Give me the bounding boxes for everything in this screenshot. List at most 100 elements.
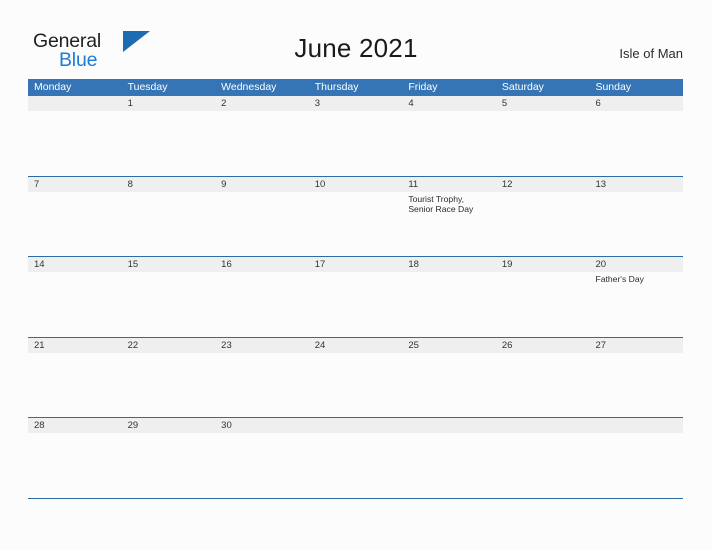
calendar-day-cell[interactable]: 22 bbox=[122, 338, 216, 418]
day-number: 11 bbox=[408, 178, 419, 190]
day-number: 25 bbox=[408, 339, 419, 351]
calendar-day-cell[interactable]: 29 bbox=[122, 418, 216, 498]
calendar-day-cell[interactable]: 25 bbox=[402, 338, 496, 418]
calendar-day-cell[interactable]: 18 bbox=[402, 257, 496, 337]
calendar-bottom-rule bbox=[28, 497, 683, 499]
day-number: 28 bbox=[34, 420, 45, 431]
calendar-day-cell[interactable]: 30 bbox=[215, 418, 309, 498]
day-number: 23 bbox=[221, 339, 232, 351]
calendar-day-cell-empty[interactable] bbox=[28, 96, 122, 176]
calendar-day-cell[interactable]: 11 Tourist Trophy, Senior Race Day bbox=[402, 177, 496, 257]
calendar-day-cell[interactable]: 8 bbox=[122, 177, 216, 257]
calendar-day-cell[interactable]: 21 bbox=[28, 338, 122, 418]
location-label: Isle of Man bbox=[619, 46, 683, 61]
calendar-page: General Blue June 2021 Isle of Man Monda… bbox=[0, 0, 712, 550]
calendar-day-cell[interactable]: 27 bbox=[589, 338, 683, 418]
day-number: 30 bbox=[221, 420, 232, 431]
day-of-week-wednesday: Wednesday bbox=[221, 81, 277, 93]
event-text: Senior Race Day bbox=[408, 204, 474, 215]
calendar-day-cell[interactable]: 17 bbox=[309, 257, 403, 337]
calendar-week-row: 21 22 23 24 25 26 27 bbox=[28, 336, 683, 418]
day-number: 2 bbox=[221, 98, 227, 109]
day-number: 14 bbox=[34, 259, 45, 270]
day-number: 29 bbox=[127, 420, 139, 431]
calendar-week-row: 28 29 30 bbox=[28, 417, 683, 498]
day-number: 21 bbox=[34, 339, 45, 351]
calendar-day-cell[interactable]: 28 bbox=[28, 418, 122, 498]
calendar-day-cell[interactable]: 12 bbox=[496, 177, 590, 257]
day-of-week-thursday: Thursday bbox=[314, 81, 359, 93]
day-number: 13 bbox=[595, 178, 607, 190]
day-number: 22 bbox=[127, 339, 139, 351]
day-events: Tourist Trophy, Senior Race Day bbox=[408, 192, 496, 216]
day-number: 8 bbox=[127, 178, 133, 190]
calendar-day-cell[interactable]: 10 bbox=[309, 177, 403, 257]
day-number: 18 bbox=[408, 259, 419, 270]
calendar-day-cell-empty[interactable] bbox=[309, 418, 403, 498]
day-of-week-saturday: Saturday bbox=[501, 81, 544, 93]
week-cells: 1 2 3 4 5 6 bbox=[28, 96, 683, 176]
day-number bbox=[502, 418, 590, 433]
day-events: Father's Day bbox=[595, 272, 683, 285]
calendar-day-cell[interactable]: 20 Father's Day bbox=[589, 257, 683, 337]
event-text: Tourist Trophy, bbox=[408, 193, 465, 204]
calendar-day-cell[interactable]: 14 bbox=[28, 257, 122, 337]
day-of-week-friday: Friday bbox=[408, 81, 438, 93]
day-number bbox=[315, 418, 403, 433]
calendar-weeks: 1 2 3 4 5 6 7 8 9 10 11 Tourist Trophy, Senior Race … bbox=[28, 96, 683, 498]
week-cells: 7 8 9 10 11 Tourist Trophy, Senior Race Day 12 1… bbox=[28, 176, 683, 257]
week-cells: 28 29 30 bbox=[28, 418, 683, 498]
day-number: 10 bbox=[314, 178, 326, 190]
day-number: 5 bbox=[501, 98, 508, 109]
calendar-grid: Monday Tuesday Wednesday Thursday Friday Satu… bbox=[28, 79, 683, 499]
day-number: 12 bbox=[501, 178, 513, 190]
page-title: June 2021 bbox=[294, 33, 418, 63]
day-number: 4 bbox=[408, 98, 414, 109]
calendar-week-row: 14 15 16 17 18 19 20 Father's Day bbox=[28, 256, 683, 337]
day-number: 3 bbox=[314, 98, 321, 109]
calendar-day-cell-empty[interactable] bbox=[496, 418, 590, 498]
day-number: 26 bbox=[501, 339, 513, 351]
day-number bbox=[595, 418, 683, 433]
calendar-day-cell[interactable]: 23 bbox=[215, 338, 309, 418]
calendar-day-cell[interactable]: 19 bbox=[496, 257, 590, 337]
calendar-day-cell[interactable]: 2 bbox=[215, 96, 309, 176]
day-number: 9 bbox=[221, 178, 227, 190]
calendar-day-cell[interactable]: 6 bbox=[589, 96, 683, 176]
day-of-week-header: Monday Tuesday Wednesday Thursday Friday Satu… bbox=[28, 79, 683, 96]
day-number: 27 bbox=[595, 339, 607, 351]
calendar-day-cell[interactable]: 1 bbox=[122, 96, 216, 176]
calendar-day-cell[interactable]: 5 bbox=[496, 96, 590, 176]
day-number: 6 bbox=[595, 98, 601, 109]
calendar-day-cell[interactable]: 7 bbox=[28, 177, 122, 257]
day-number bbox=[408, 418, 496, 433]
day-number: 19 bbox=[501, 259, 513, 270]
day-of-week-monday: Monday bbox=[34, 81, 72, 93]
day-number: 16 bbox=[221, 259, 232, 270]
calendar-day-cell[interactable]: 9 bbox=[215, 177, 309, 257]
calendar-day-cell[interactable]: 16 bbox=[215, 257, 309, 337]
calendar-week-row: 7 8 9 10 11 Tourist Trophy, Senior Race Day 12 1… bbox=[28, 175, 683, 257]
day-number: 15 bbox=[127, 259, 139, 270]
calendar-day-cell[interactable]: 26 bbox=[496, 338, 590, 418]
calendar-day-cell[interactable]: 15 bbox=[122, 257, 216, 337]
event-text: Father's Day bbox=[595, 274, 644, 284]
day-of-week-tuesday: Tuesday bbox=[127, 81, 168, 93]
day-number: 1 bbox=[127, 98, 133, 109]
day-number: 7 bbox=[34, 178, 40, 190]
calendar-day-cell-empty[interactable] bbox=[402, 418, 496, 498]
calendar-day-cell-empty[interactable] bbox=[589, 418, 683, 498]
calendar-day-cell[interactable]: 13 bbox=[589, 177, 683, 257]
calendar-day-cell[interactable]: 24 bbox=[309, 338, 403, 418]
week-cells: 21 22 23 24 25 26 27 bbox=[28, 337, 683, 418]
day-number: 20 bbox=[595, 259, 607, 270]
day-number bbox=[34, 96, 122, 111]
day-number: 17 bbox=[314, 259, 326, 270]
calendar-day-cell[interactable]: 3 bbox=[309, 96, 403, 176]
calendar-week-row: 1 2 3 4 5 6 bbox=[28, 96, 683, 176]
day-number: 24 bbox=[314, 339, 326, 351]
day-of-week-sunday: Sunday bbox=[595, 81, 632, 93]
page-header: General Blue June 2021 Isle of Man bbox=[0, 0, 712, 78]
week-cells: 14 15 16 17 18 19 20 Father's Day bbox=[28, 257, 683, 337]
calendar-day-cell[interactable]: 4 bbox=[402, 96, 496, 176]
